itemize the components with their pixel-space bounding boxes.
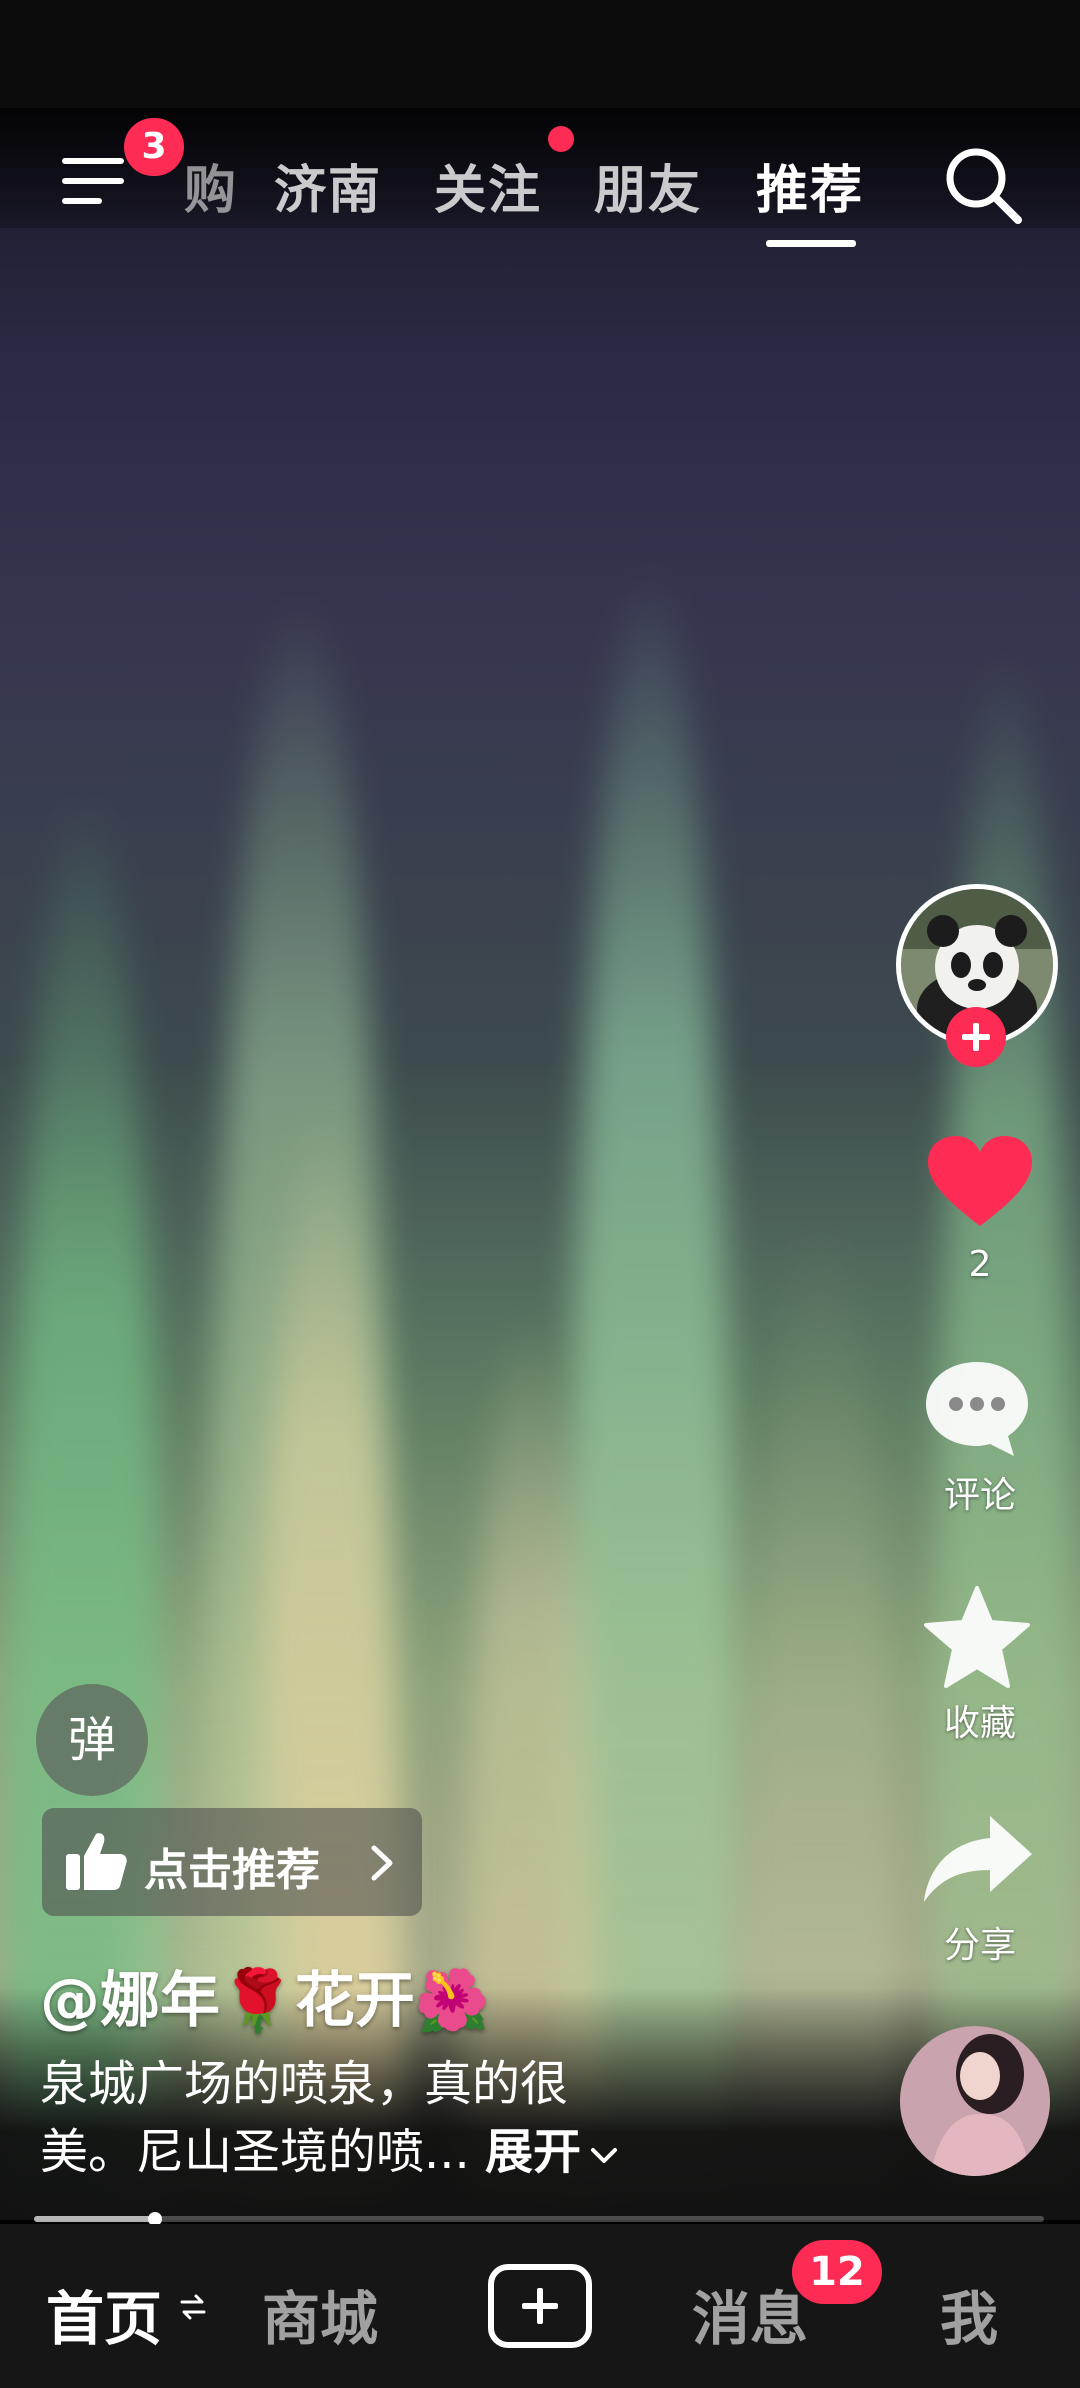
music-cover-image [900,2026,1050,2176]
chevron-right-icon [371,1845,393,1881]
like-heart-icon[interactable] [926,1134,1034,1230]
follow-button[interactable] [946,1007,1006,1067]
tab-jinan[interactable]: 济南 [274,148,382,223]
like-count: 2 [968,1244,992,1285]
tab-home[interactable]: 首页 [46,2272,162,2356]
thumbs-up-icon [66,1833,127,1890]
recommend-button[interactable]: 点击推荐 [42,1808,422,1916]
danmaku-button[interactable]: 弹 [36,1684,148,1796]
status-bar [0,0,1080,108]
following-dot [548,126,574,152]
tab-me[interactable]: 我 [940,2272,998,2356]
active-tab-indicator [766,240,856,247]
favorite-star-icon[interactable] [922,1584,1032,1690]
danmaku-label: 弹 [67,1712,116,1768]
tab-messages[interactable]: 消息 [692,2272,808,2356]
share-label: 分享 [943,1925,1016,1966]
share-icon[interactable] [920,1812,1036,1906]
chevron-down-icon [591,2148,618,2163]
video-progress-bar[interactable] [34,2212,1044,2226]
post-description: 泉城广场的喷泉，真的很 美。尼山圣境的喷... 展开 [40,2050,740,2186]
create-button[interactable] [488,2264,592,2348]
plus-icon [962,1023,990,1051]
progress-fill [34,2216,156,2222]
tab-shopping[interactable]: 购 [184,148,238,223]
favorite-label: 收藏 [943,1703,1016,1744]
refresh-swap-icon[interactable] [180,2292,206,2322]
menu-icon[interactable] [62,152,126,208]
expand-label: 展开 [485,2124,582,2180]
music-disc[interactable] [900,2026,1050,2176]
comment-label: 评论 [943,1475,1016,1516]
expand-button[interactable]: 展开 [485,2124,621,2180]
description-line: 美。尼山圣境的喷... [40,2124,470,2180]
plus-icon [522,2288,558,2324]
tab-recommend[interactable]: 推荐 [756,148,864,223]
search-icon[interactable] [940,142,1024,226]
tab-mall[interactable]: 商城 [262,2272,378,2356]
menu-badge: 3 [124,118,184,176]
messages-badge: 12 [792,2240,882,2304]
tab-following[interactable]: 关注 [434,148,542,223]
description-line: 泉城广场的喷泉，真的很 [40,2056,569,2112]
author-username[interactable]: @娜年🌹花开🌺 [40,1952,489,2039]
tab-friends[interactable]: 朋友 [594,148,702,223]
recommend-label: 点击推荐 [144,1845,320,1896]
comment-icon[interactable] [922,1358,1032,1458]
